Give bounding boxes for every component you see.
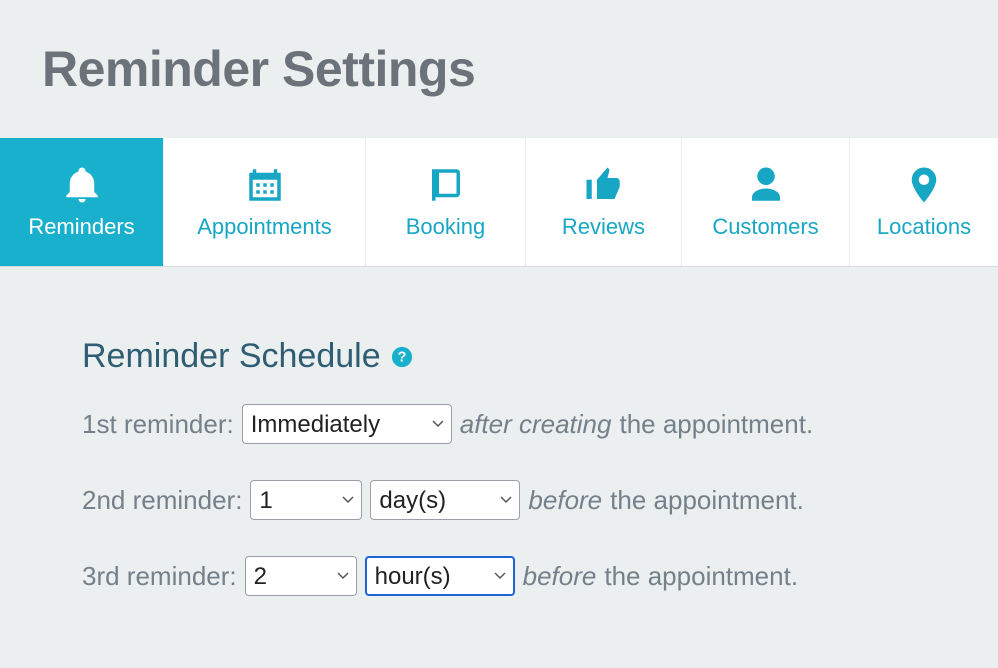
reminder-tail: the appointment.: [610, 485, 804, 516]
reminder-tail: the appointment.: [604, 561, 798, 592]
reminder-after-text: after creating: [460, 409, 612, 440]
tab-label: Locations: [877, 214, 971, 240]
reminder1-timing-select[interactable]: Immediately: [242, 404, 452, 444]
reminder3-unit-select[interactable]: hour(s): [365, 556, 515, 596]
tab-label: Reviews: [562, 214, 645, 240]
calendar-icon: [244, 164, 286, 206]
tab-customers[interactable]: Customers: [682, 138, 850, 266]
book-icon: [425, 164, 467, 206]
location-pin-icon: [903, 164, 945, 206]
reminder-label: 1st reminder:: [82, 409, 234, 440]
tab-label: Customers: [712, 214, 818, 240]
reminder-label: 3rd reminder:: [82, 561, 237, 592]
tab-label: Booking: [406, 214, 486, 240]
reminder-before-text: before: [523, 561, 597, 592]
content: Reminder Schedule ? 1st reminder: Immedi…: [0, 267, 998, 596]
reminder-label: 2nd reminder:: [82, 485, 242, 516]
help-icon[interactable]: ?: [391, 346, 413, 368]
tab-appointments[interactable]: Appointments: [164, 138, 366, 266]
reminder-row-2: 2nd reminder: 1 day(s) before the appoin…: [82, 480, 998, 520]
tabs: Reminders Appointments Booking Reviews C…: [0, 138, 998, 267]
reminder2-unit-select[interactable]: day(s): [370, 480, 520, 520]
svg-text:?: ?: [397, 349, 406, 365]
section-header: Reminder Schedule ?: [82, 337, 998, 376]
reminder2-number-select[interactable]: 1: [250, 480, 362, 520]
tab-locations[interactable]: Locations: [850, 138, 998, 266]
tab-label: Appointments: [197, 214, 332, 240]
tab-booking[interactable]: Booking: [366, 138, 526, 266]
reminder-row-1: 1st reminder: Immediately after creating…: [82, 404, 998, 444]
page-title: Reminder Settings: [0, 0, 998, 138]
reminder-row-3: 3rd reminder: 2 hour(s) before the appoi…: [82, 556, 998, 596]
thumbs-up-icon: [583, 164, 625, 206]
reminder-tail: the appointment.: [619, 409, 813, 440]
section-title: Reminder Schedule: [82, 337, 381, 376]
reminder3-number-select[interactable]: 2: [245, 556, 357, 596]
tab-label: Reminders: [28, 214, 134, 240]
tab-reminders[interactable]: Reminders: [0, 138, 164, 266]
tab-reviews[interactable]: Reviews: [526, 138, 682, 266]
reminder-before-text: before: [528, 485, 602, 516]
user-icon: [745, 164, 787, 206]
bell-icon: [61, 164, 103, 206]
